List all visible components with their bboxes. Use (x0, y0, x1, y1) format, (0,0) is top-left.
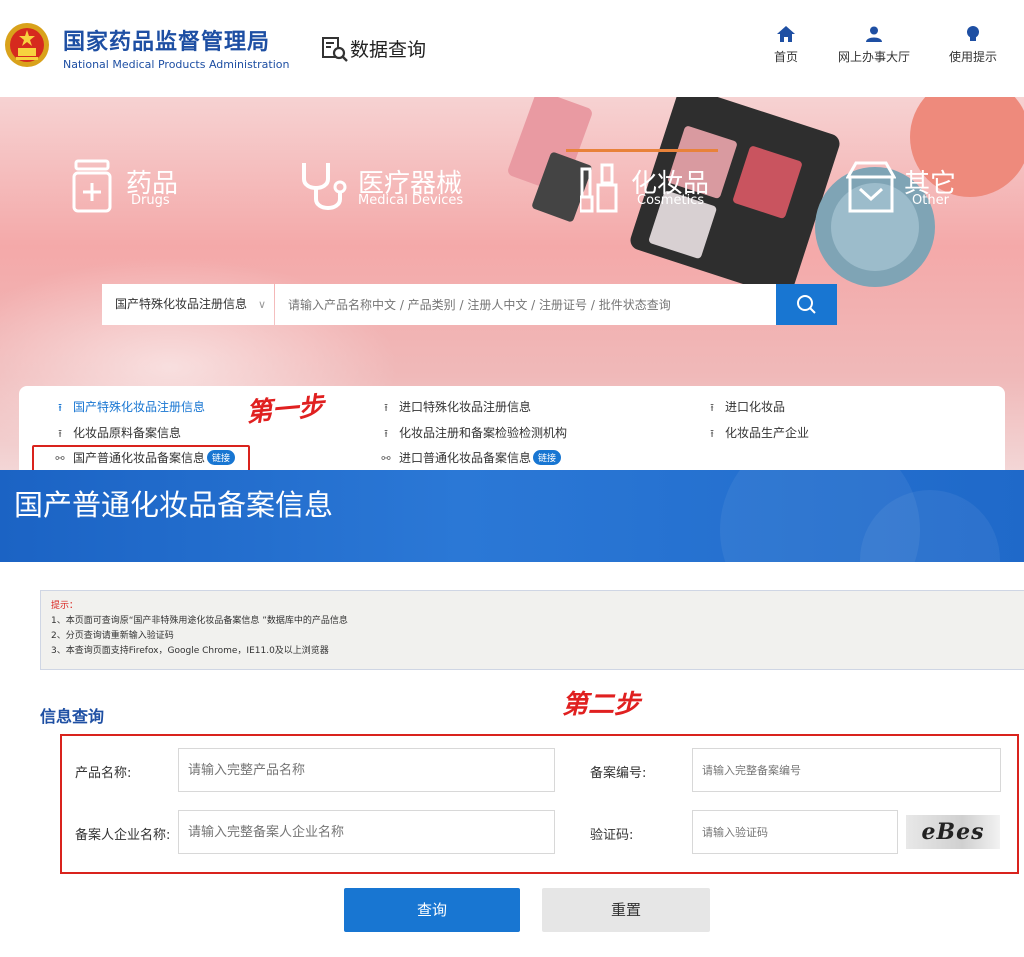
link-label: 化妆品生产企业 (725, 426, 810, 440)
upload-arrow-icon: ⭱ (58, 401, 62, 414)
page-title: 国产普通化妆品备案信息 (14, 488, 334, 522)
upload-arrow-icon: ⭱ (58, 427, 62, 440)
category-medical-devices[interactable]: 医疗器械 Medical Devices (300, 157, 470, 217)
link-label: 进口化妆品 (725, 400, 786, 414)
brand-name-cn[interactable]: 国家药品监督管理局 (63, 24, 270, 56)
link-label: 进口普通化妆品备案信息 (399, 451, 532, 465)
tips-line-3: 3、本查询页面支持Firefox，Google Chrome，IE11.0及以上… (51, 646, 329, 656)
category-drugs[interactable]: 药品 Drugs (72, 157, 182, 217)
step-one-annotation: 第一步 (245, 391, 326, 429)
captcha-input[interactable] (692, 810, 898, 854)
link-production-enterprises[interactable]: ⭱ 化妆品生产企业 (705, 424, 809, 444)
tips-line-2: 2、分页查询请重新输入验证码 (51, 631, 174, 641)
link-label: 进口特殊化妆品注册信息 (399, 400, 532, 414)
category-drugs-en: Drugs (131, 193, 170, 208)
category-medical-devices-en: Medical Devices (358, 193, 464, 208)
link-label: 国产特殊化妆品注册信息 (73, 400, 206, 414)
link-imported-special-cosmetics[interactable]: ⭱ 进口特殊化妆品注册信息 (379, 398, 531, 418)
company-name-input[interactable] (178, 810, 555, 854)
database-select[interactable]: 国产特殊化妆品注册信息 ∨ (102, 284, 274, 325)
category-active-underline (566, 149, 718, 152)
site-header: 国家药品监督管理局 National Medical Products Admi… (0, 0, 1024, 97)
link-label: 化妆品原料备案信息 (73, 426, 182, 440)
user-icon (866, 26, 882, 42)
company-name-label: 备案人企业名称: (75, 828, 171, 843)
captcha-label: 验证码: (590, 828, 634, 843)
search-icon (797, 295, 816, 314)
lightbulb-icon (967, 26, 979, 41)
nav-home-label: 首页 (774, 50, 799, 64)
captcha-image[interactable]: eBes (906, 815, 1000, 849)
upload-arrow-icon: ⭱ (710, 401, 714, 414)
nav-online-hall-label: 网上办事大厅 (838, 50, 911, 64)
record-number-input[interactable] (692, 748, 1001, 792)
hero-banner: 药品 Drugs 医疗器械 Medical Devices 化妆品 Cosmet… (0, 97, 1024, 470)
nav-usage-tips[interactable]: 使用提示 (949, 26, 997, 65)
upload-arrow-icon: ⭱ (710, 427, 714, 440)
brand-name-en[interactable]: National Medical Products Administration (63, 58, 289, 71)
upload-arrow-icon: ⭱ (384, 401, 388, 414)
search-button[interactable] (776, 284, 837, 325)
reset-button[interactable]: 重置 (542, 888, 710, 932)
tips-box: 提示： 1、本页面可查询原“国产非特殊用途化妆品备案信息 ”数据库中的产品信息 … (40, 590, 1024, 670)
link-imported-ordinary-cosmetics[interactable]: ⚯ 进口普通化妆品备案信息 链接 (379, 449, 562, 466)
link-chain-icon: ⚯ (381, 452, 391, 465)
category-other-en: Other (912, 193, 949, 208)
link-badge: 链接 (533, 450, 562, 465)
nav-usage-tips-label: 使用提示 (949, 50, 998, 64)
record-number-label: 备案编号: (590, 766, 647, 781)
category-other[interactable]: 其它 Other (846, 157, 966, 217)
tips-line-1: 1、本页面可查询原“国产非特殊用途化妆品备案信息 ”数据库中的产品信息 (51, 616, 348, 626)
national-emblem-icon (5, 23, 49, 67)
nav-online-hall[interactable]: 网上办事大厅 (838, 26, 910, 65)
nav-home[interactable]: 首页 (774, 26, 798, 65)
product-name-label: 产品名称: (75, 766, 132, 781)
home-icon (777, 26, 795, 42)
tips-title: 提示： (51, 601, 79, 611)
link-imported-cosmetics[interactable]: ⭱ 进口化妆品 (705, 398, 785, 418)
store-icon (846, 161, 896, 213)
stethoscope-icon (302, 163, 347, 210)
data-query-title: 数据查询 (350, 39, 427, 61)
step-two-annotation: 第二步 (562, 690, 641, 720)
page-title-bar: 国产普通化妆品备案信息 (0, 470, 1024, 562)
upload-arrow-icon: ⭱ (384, 427, 388, 440)
database-select-value: 国产特殊化妆品注册信息 (115, 297, 248, 311)
search-input[interactable] (275, 284, 776, 325)
category-cosmetics-en: Cosmetics (637, 193, 705, 208)
query-button[interactable]: 查询 (344, 888, 520, 932)
link-testing-institutions[interactable]: ⭱ 化妆品注册和备案检验检测机构 (379, 424, 567, 444)
link-domestic-special-cosmetics[interactable]: ⭱ 国产特殊化妆品注册信息 (53, 398, 205, 418)
chevron-down-icon: ∨ (257, 298, 266, 311)
cosmetics-icon (580, 163, 618, 213)
product-name-input[interactable] (178, 748, 555, 792)
link-label: 化妆品注册和备案检验检测机构 (399, 426, 568, 440)
drug-icon (72, 159, 112, 213)
section-title-query: 信息查询 (40, 707, 105, 726)
link-raw-material-records[interactable]: ⭱ 化妆品原料备案信息 (53, 424, 181, 444)
category-cosmetics[interactable]: 化妆品 Cosmetics (580, 157, 720, 217)
data-query-icon (322, 37, 348, 62)
